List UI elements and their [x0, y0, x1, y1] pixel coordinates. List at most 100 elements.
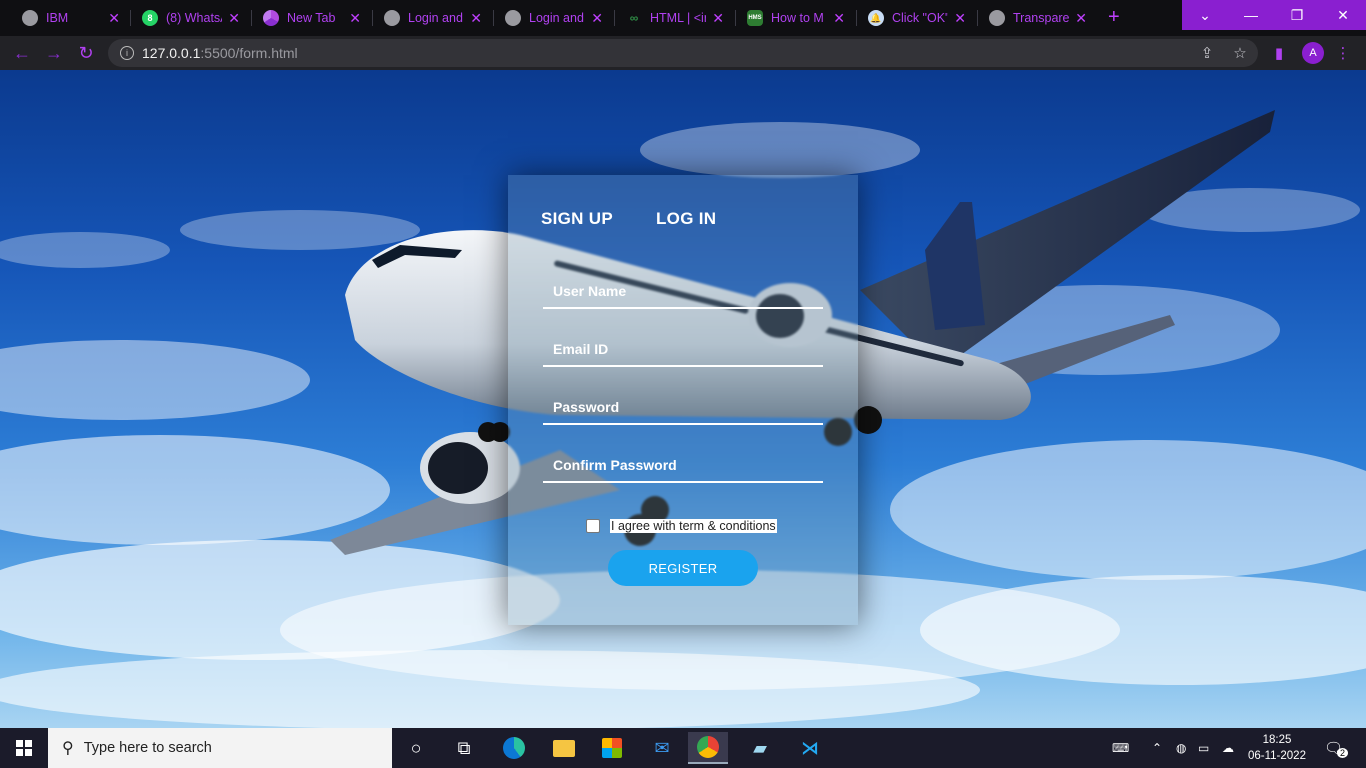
tab-label: Login and	[408, 11, 463, 25]
clock-date: 06-11-2022	[1248, 750, 1306, 762]
mail-icon[interactable]: ✉	[642, 732, 682, 764]
notification-count: 2	[1337, 748, 1349, 758]
tab-label: HTML | <ir	[650, 11, 707, 25]
email-field[interactable]: Email ID	[543, 337, 823, 367]
tab-label: Login and	[529, 11, 584, 25]
browser-tab[interactable]: Login and ✕	[495, 4, 613, 32]
onedrive-cloud-icon[interactable]: ☁	[1222, 728, 1234, 768]
browser-tab[interactable]: IBM ✕	[12, 4, 130, 32]
close-icon[interactable]: ✕	[470, 10, 482, 27]
chevron-up-icon[interactable]: ⌃	[1152, 728, 1162, 768]
close-icon[interactable]: ✕	[712, 10, 724, 27]
tab-separator	[614, 10, 615, 26]
edge-icon[interactable]	[494, 732, 534, 764]
forward-arrow-icon[interactable]: →	[42, 41, 66, 65]
url-host: 127.0.0.1	[142, 45, 201, 61]
email-placeholder: Email ID	[553, 341, 609, 357]
profile-avatar[interactable]: A	[1302, 42, 1324, 64]
notepad-icon[interactable]: ▰	[740, 732, 780, 764]
taskbar-clock[interactable]: 18:25 06-11-2022	[1244, 732, 1310, 764]
password-placeholder: Password	[553, 399, 620, 415]
signup-form-card: SIGN UP LOG IN User Name Email ID Passwo…	[508, 175, 858, 625]
chrome-taskbar-icon[interactable]	[688, 732, 728, 764]
tab-separator	[130, 10, 131, 26]
terms-label: I agree with term & conditions	[610, 519, 777, 533]
meet-now-icon[interactable]: ◍	[1176, 728, 1186, 768]
close-icon[interactable]: ✕	[349, 10, 361, 27]
tab-separator	[372, 10, 373, 26]
close-icon[interactable]: ✕	[954, 10, 966, 27]
tab-label: How to M	[771, 11, 824, 25]
close-icon[interactable]: ✕	[1075, 10, 1087, 27]
address-bar[interactable]: i 127.0.0.1 :5500/form.html	[108, 39, 1258, 67]
login-tab[interactable]: LOG IN	[656, 209, 716, 229]
register-button[interactable]: REGISTER	[608, 550, 758, 586]
gfg-icon: ∞	[629, 11, 639, 25]
bell-icon: 🔔	[868, 10, 884, 26]
close-icon[interactable]: ✕	[591, 10, 603, 27]
search-placeholder: Type here to search	[83, 740, 212, 756]
chrome-icon	[263, 10, 279, 26]
back-arrow-icon[interactable]: ←	[10, 41, 34, 65]
task-view-icon[interactable]: ⧉	[444, 732, 484, 764]
hm-icon: HMS	[747, 10, 763, 26]
username-field[interactable]: User Name	[543, 279, 823, 309]
close-icon[interactable]: ✕	[833, 10, 845, 27]
bookmark-star-icon[interactable]: ☆	[1231, 44, 1249, 62]
page-viewport: SIGN UP LOG IN User Name Email ID Passwo…	[0, 70, 1366, 728]
confirm-password-placeholder: Confirm Password	[553, 457, 677, 473]
minimize-icon[interactable]: —	[1228, 0, 1274, 30]
site-info-icon[interactable]: i	[120, 46, 134, 60]
microsoft-store-icon[interactable]	[592, 732, 632, 764]
tab-label: (8) WhatsA	[166, 11, 223, 25]
username-placeholder: User Name	[553, 283, 627, 299]
browser-toolbar: ← → ↻ i 127.0.0.1 :5500/form.html ⇪ ☆ ▮ …	[0, 36, 1366, 70]
notification-center-icon[interactable]: 🗨 2	[1324, 728, 1349, 768]
tab-separator	[977, 10, 978, 26]
globe-icon	[22, 10, 38, 26]
windows-taskbar: ⚲ Type here to search ○ ⧉ ✉ ▰ ⋊ ⌨ ⌃ ◍ ▭ …	[0, 728, 1366, 768]
vscode-icon[interactable]: ⋊	[790, 732, 830, 764]
reload-icon[interactable]: ↻	[74, 41, 98, 65]
search-icon: ⚲	[62, 740, 74, 757]
terms-checkbox[interactable]	[586, 519, 600, 533]
tab-label: Click "OK"	[892, 11, 949, 25]
browser-tab-active[interactable]: Transparen ✕	[979, 4, 1097, 32]
close-window-icon[interactable]: ✕	[1320, 0, 1366, 30]
url-path: :5500/form.html	[200, 45, 298, 61]
tab-separator	[856, 10, 857, 26]
signup-tab[interactable]: SIGN UP	[541, 209, 613, 229]
browser-tab[interactable]: 8 (8) WhatsA ✕	[132, 4, 250, 32]
tab-label: New Tab	[287, 11, 336, 25]
menu-kebab-icon[interactable]: ⋮	[1334, 44, 1352, 62]
battery-icon[interactable]: ▭	[1198, 728, 1209, 768]
cortana-icon[interactable]: ○	[396, 732, 436, 764]
browser-tab[interactable]: New Tab ✕	[253, 4, 371, 32]
tab-label: IBM	[46, 11, 69, 25]
browser-tab[interactable]: ∞ HTML | <ir ✕	[616, 4, 734, 32]
tab-separator	[251, 10, 252, 26]
close-icon[interactable]: ✕	[108, 10, 120, 27]
restore-icon[interactable]: ❐	[1274, 0, 1320, 30]
file-explorer-icon[interactable]	[544, 732, 584, 764]
password-field[interactable]: Password	[543, 395, 823, 425]
taskbar-search-box[interactable]: ⚲ Type here to search	[48, 728, 392, 768]
new-tab-plus-icon[interactable]: +	[1108, 6, 1120, 28]
tab-label: Transparen	[1013, 11, 1070, 25]
globe-icon	[505, 10, 521, 26]
browser-tab[interactable]: 🔔 Click "OK" ✕	[858, 4, 976, 32]
tab-search-chevron-icon[interactable]: ⌄	[1182, 0, 1228, 30]
browser-tab[interactable]: Login and ✕	[374, 4, 492, 32]
terms-agreement: I agree with term & conditions	[586, 519, 777, 533]
globe-icon	[989, 10, 1005, 26]
share-icon[interactable]: ⇪	[1198, 44, 1216, 62]
close-icon[interactable]: ✕	[228, 10, 240, 27]
browser-tab-strip: IBM ✕ 8 (8) WhatsA ✕ New Tab ✕ Login and…	[0, 0, 1366, 36]
keyboard-icon[interactable]: ⌨	[1112, 728, 1129, 768]
confirm-password-field[interactable]: Confirm Password	[543, 453, 823, 483]
windows-start-icon[interactable]	[0, 728, 48, 768]
tab-separator	[493, 10, 494, 26]
side-panel-icon[interactable]: ▮	[1270, 44, 1288, 62]
browser-tab[interactable]: HMS How to M ✕	[737, 4, 855, 32]
whatsapp-icon: 8	[142, 10, 158, 26]
